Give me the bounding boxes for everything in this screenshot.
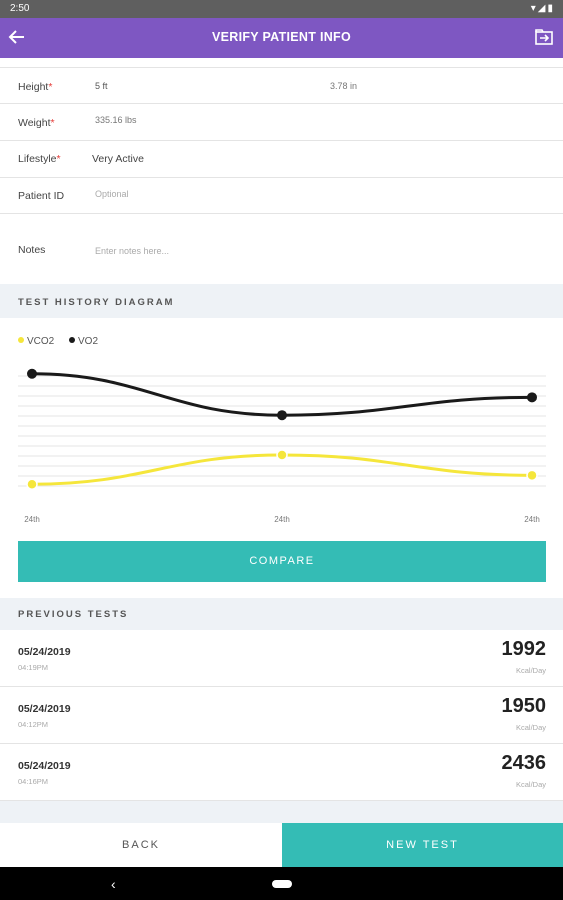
legend-swatch-vo2 [69,337,76,343]
app-bar: VERIFY PATIENT INFO [0,18,563,58]
test-unit: Kcal/Day [515,666,546,675]
x-tick-label: 24th [24,515,40,524]
weight-input[interactable]: 335.16 lbs [95,115,137,125]
patient-id-label: Patient ID [18,190,65,202]
height-row: Height* 5 ft 3.78 in [0,69,563,104]
list-bottom-gap [0,801,563,823]
lifestyle-label: Lifestyle* [18,153,61,165]
export-icon[interactable] [533,26,555,48]
form-top-edge [0,58,563,68]
patient-id-input[interactable]: Optional [95,189,129,199]
test-unit: Kcal/Day [515,723,546,732]
test-history-header: TEST HISTORY DIAGRAM [0,284,563,318]
test-value: 2436 [501,752,547,774]
test-time: 04:12PM [18,720,49,729]
compare-button[interactable]: COMPARE [18,541,546,582]
legend-item-vo2: VO2 [69,336,98,347]
test-time: 04:16PM [18,777,49,786]
new-test-button[interactable]: NEW TEST [282,823,563,867]
test-date: 05/24/2019 [18,760,71,772]
test-row[interactable]: 05/24/2019 04:16PM 2436 Kcal/Day [0,744,563,801]
legend-label-vo2: VO2 [78,336,99,347]
patient-id-row: Patient ID Optional [0,178,563,214]
test-history-chart: 24th 24th 24th [18,368,546,524]
height-ft-input[interactable]: 5 ft [95,81,108,91]
test-date: 05/24/2019 [18,703,71,715]
test-row[interactable]: 05/24/2019 04:19PM 1992 Kcal/Day [0,630,563,687]
bottom-action-bar: BACK NEW TEST [0,823,563,867]
data-point-vco2 [26,478,38,490]
notes-input[interactable]: Enter notes here... [95,246,169,256]
weight-row: Weight* 335.16 lbs [0,104,563,141]
chart-legend: VCO2 VO2 [18,336,110,350]
data-point-vo2 [27,368,37,379]
height-label: Height* [18,81,53,93]
previous-tests-header: PREVIOUS TESTS [0,598,563,630]
legend-item-vco2: VCO2 [18,336,54,347]
legend-swatch-vco2 [18,337,24,343]
test-time: 04:19PM [18,663,49,672]
lifestyle-select[interactable]: Very Active [92,153,144,165]
test-history-title: TEST HISTORY DIAGRAM [18,297,175,308]
lifestyle-row: Lifestyle* Very Active [0,141,563,178]
previous-tests-title: PREVIOUS TESTS [18,609,129,620]
test-value: 1992 [501,638,547,660]
data-point-vo2 [527,392,537,403]
notes-row: Notes Enter notes here... [0,214,563,284]
data-point-vco2 [526,469,538,482]
legend-label-vco2: VCO2 [27,336,55,347]
data-point-vo2 [277,410,287,421]
data-point-vco2 [276,449,288,461]
x-tick-label: 24th [274,515,290,524]
status-icons: ▾◢▮ [530,3,555,14]
notes-label: Notes [18,244,46,256]
status-bar: 2:50 ▾◢▮ [0,0,563,18]
series-line-vo2 [31,372,533,417]
test-unit: Kcal/Day [515,780,546,789]
nav-back-icon[interactable]: ‹ [111,876,116,892]
back-button[interactable]: BACK [0,823,282,867]
nav-home-icon[interactable] [272,880,292,888]
page-title: VERIFY PATIENT INFO [211,30,352,44]
weight-label: Weight* [18,117,55,129]
system-nav-bar: ‹ [0,867,563,900]
x-tick-label: 24th [524,515,540,524]
test-value: 1950 [501,695,547,717]
height-in-input[interactable]: 3.78 in [330,81,357,91]
test-date: 05/24/2019 [18,646,71,658]
test-row[interactable]: 05/24/2019 04:12PM 1950 Kcal/Day [0,687,563,744]
status-time: 2:50 [10,3,30,14]
